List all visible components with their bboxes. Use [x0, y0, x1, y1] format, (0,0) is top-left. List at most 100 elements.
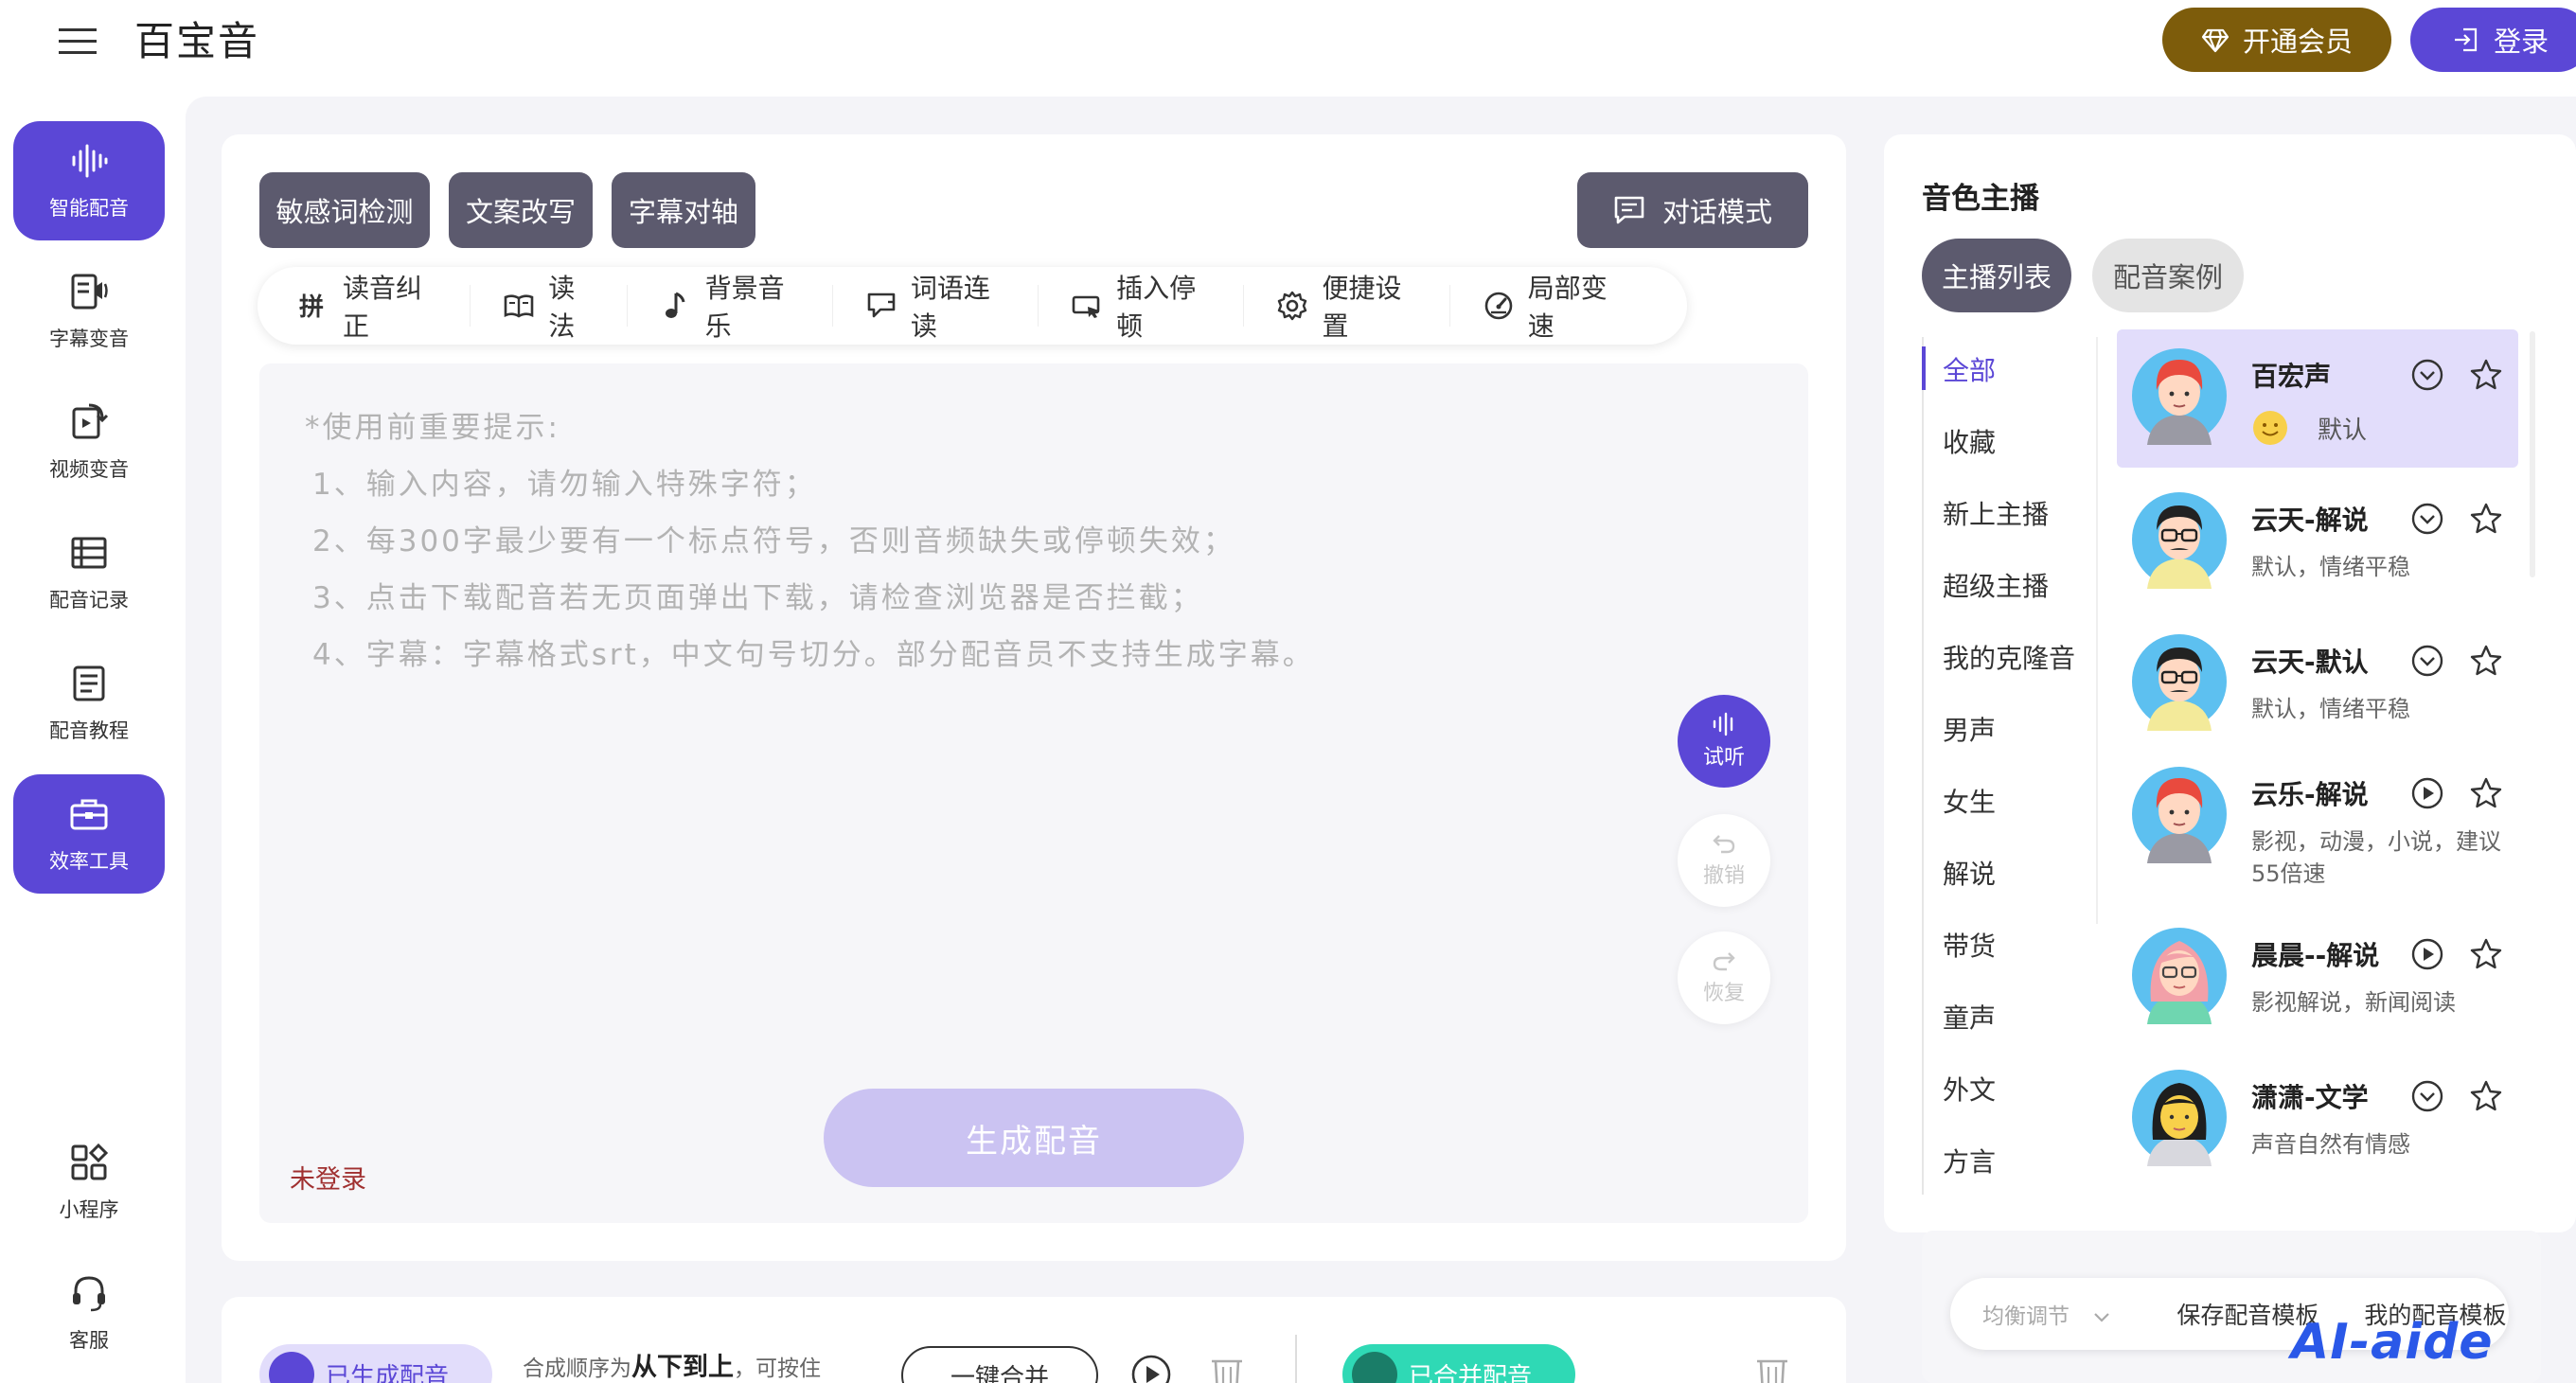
tool-label: 读音纠正: [343, 273, 423, 342]
anchor-card[interactable]: 百宏声 默认: [2117, 329, 2518, 468]
music-note-icon: [660, 290, 692, 322]
preview-button[interactable]: 试听: [1678, 695, 1770, 788]
category-sales[interactable]: 带货: [1943, 926, 1996, 964]
category-foreign[interactable]: 外文: [1943, 1070, 1996, 1108]
sidebar-item-efficiency-tools[interactable]: 效率工具: [13, 774, 165, 894]
category-divider: [2096, 337, 2098, 924]
anchor-name: 潇潇-文学: [2251, 1082, 2369, 1113]
list-table-icon: [68, 532, 110, 574]
star-icon[interactable]: [2469, 502, 2503, 536]
hint-line: 2、每300字最少要有一个标点符号，否则音频缺失或停顿失效；: [312, 524, 1235, 559]
sidebar-item-label: 效率工具: [49, 850, 129, 873]
anchor-list-scrollbar[interactable]: [2530, 331, 2535, 577]
pause-insert-icon: [1071, 290, 1103, 322]
sidebar-item-label: 字幕变音: [49, 328, 129, 350]
chevron-down-circle-icon[interactable]: [2410, 1079, 2444, 1113]
insert-pause-tool[interactable]: 插入停顿: [1071, 273, 1245, 342]
category-narration[interactable]: 解说: [1943, 854, 1996, 892]
pinyin-icon: 拼: [297, 290, 329, 322]
play-circle-icon[interactable]: [2410, 937, 2444, 971]
undo-label: 撤销: [1702, 864, 1745, 888]
sidebar-item-dubbing-records[interactable]: 配音记录: [13, 513, 165, 632]
sidebar-item-label: 配音记录: [49, 589, 129, 612]
redo-icon: [1712, 949, 1736, 972]
hint-line: 1、输入内容，请勿输入特殊字符；: [312, 468, 817, 502]
document-icon: [68, 663, 110, 704]
anchor-desc: 默认: [2318, 417, 2368, 445]
play-icon[interactable]: [1130, 1354, 1172, 1383]
category-clone[interactable]: 我的克隆音: [1943, 638, 2075, 676]
chevron-down-circle-icon[interactable]: [2410, 644, 2444, 678]
star-icon[interactable]: [2469, 644, 2503, 678]
star-icon[interactable]: [2469, 358, 2503, 392]
merge-all-button[interactable]: 一键合并: [901, 1346, 1098, 1383]
grid-apps-icon: [68, 1142, 110, 1183]
trash-icon[interactable]: [1210, 1354, 1244, 1383]
chevron-down-circle-icon[interactable]: [2410, 358, 2444, 392]
anchor-card[interactable]: 云天-默认 默认，情绪平稳: [2117, 615, 2518, 754]
generated-dubbing-tab[interactable]: 已生成配音: [259, 1344, 492, 1383]
tool-label: 背景音乐: [704, 273, 785, 342]
sidebar-item-customer-service[interactable]: 客服: [13, 1253, 165, 1373]
chevron-down-circle-icon[interactable]: [2410, 502, 2444, 536]
redo-button[interactable]: 恢复: [1678, 931, 1770, 1024]
tab-anchor-list[interactable]: 主播列表: [1922, 239, 2071, 312]
headset-icon: [68, 1272, 110, 1314]
menu-icon[interactable]: [59, 27, 97, 57]
sidebar-item-label: 小程序: [59, 1198, 119, 1221]
sidebar-item-dubbing-tutorial[interactable]: 配音教程: [13, 644, 165, 763]
login-icon: [2452, 26, 2480, 54]
word-linking-tool[interactable]: 词语连读: [865, 273, 1039, 342]
category-all[interactable]: 全部: [1943, 350, 1996, 388]
subtitle-align-button[interactable]: 字幕对轴: [612, 172, 755, 248]
tab-dubbing-cases[interactable]: 配音案例: [2092, 239, 2244, 312]
star-icon[interactable]: [2469, 937, 2503, 971]
reading-method-tool[interactable]: 读法: [503, 273, 628, 342]
hint-title: *使用前重要提示:: [305, 411, 560, 445]
generate-dubbing-button[interactable]: 生成配音: [824, 1089, 1244, 1187]
category-female[interactable]: 女生: [1943, 782, 1996, 820]
star-icon[interactable]: [2469, 1079, 2503, 1113]
anchor-card[interactable]: 云乐-解说 影视，动漫，小说，建议55倍速: [2117, 748, 2518, 887]
undo-button[interactable]: 撤销: [1678, 814, 1770, 907]
pronunciation-fix-tool[interactable]: 拼 读音纠正: [297, 273, 471, 342]
category-super[interactable]: 超级主播: [1943, 566, 2049, 604]
watermark-logo: AI-aide: [2291, 1314, 2494, 1371]
anchor-desc: 影视解说，新闻阅读: [2251, 989, 2456, 1016]
category-dialect[interactable]: 方言: [1943, 1142, 1996, 1179]
tool-label: 便捷设置: [1322, 273, 1402, 342]
copy-rewrite-button[interactable]: 文案改写: [449, 172, 593, 248]
sensitive-word-check-button[interactable]: 敏感词检测: [259, 172, 430, 248]
category-new[interactable]: 新上主播: [1943, 494, 2049, 532]
merged-dubbing-tab[interactable]: 已合并配音: [1342, 1344, 1575, 1383]
vip-button[interactable]: 开通会员: [2162, 8, 2391, 72]
balance-adjust-select[interactable]: 均衡调节: [1982, 1298, 2110, 1330]
quick-settings-tool[interactable]: 便捷设置: [1276, 273, 1450, 342]
trash-icon[interactable]: [1755, 1354, 1789, 1383]
music-disc-icon: [269, 1352, 314, 1383]
anchor-card[interactable]: 晨晨--解说 影视解说，新闻阅读: [2117, 909, 2518, 1047]
anchor-card[interactable]: 潇潇-文学 声音自然有情感: [2117, 1051, 2518, 1189]
sidebar-item-label: 配音教程: [49, 719, 129, 742]
sidebar-item-mini-program[interactable]: 小程序: [13, 1123, 165, 1242]
local-speed-tool[interactable]: 局部变速: [1483, 273, 1655, 342]
play-circle-icon[interactable]: [2410, 776, 2444, 810]
anchor-card[interactable]: 云天-解说 默认，情绪平稳: [2117, 473, 2518, 612]
category-male[interactable]: 男声: [1943, 710, 1996, 748]
anchor-desc: 默认，情绪平稳: [2251, 696, 2410, 722]
sidebar-item-video-voice[interactable]: 视频变音: [13, 382, 165, 502]
tool-label: 插入停顿: [1116, 273, 1197, 342]
speedometer-icon: [1483, 290, 1515, 322]
category-child[interactable]: 童声: [1943, 998, 1996, 1036]
chat-icon: [1613, 195, 1645, 225]
login-button[interactable]: 登录: [2410, 8, 2576, 72]
sidebar-item-subtitle-voice[interactable]: 字幕变音: [13, 252, 165, 371]
background-music-tool[interactable]: 背景音乐: [660, 273, 833, 342]
category-favorites[interactable]: 收藏: [1943, 422, 1996, 460]
dialog-mode-label: 对话模式: [1661, 196, 1772, 228]
dialog-mode-button[interactable]: 对话模式: [1577, 172, 1808, 248]
anchor-name: 晨晨--解说: [2251, 940, 2380, 971]
book-icon: [503, 290, 535, 322]
star-icon[interactable]: [2469, 776, 2503, 810]
sidebar-item-smart-dubbing[interactable]: 智能配音: [13, 121, 165, 240]
